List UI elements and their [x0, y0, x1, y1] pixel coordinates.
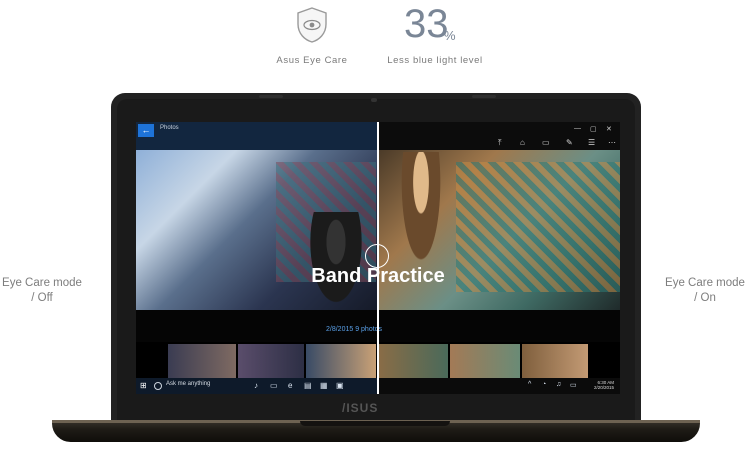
file-explorer-icon[interactable]: ▤	[304, 381, 312, 390]
app-title: Photos	[160, 125, 179, 131]
volume-icon[interactable]: ♫	[556, 381, 561, 388]
stat-label: Less blue light level	[387, 55, 483, 66]
taskbar-right: ^ ◔ ♫ ▭ 6:30 AM 2/20/2015	[378, 378, 620, 394]
stat-unit: %	[444, 28, 456, 43]
clock-date: 2/20/2015	[593, 385, 614, 390]
mode-off-label: Eye Care mode / Off	[0, 276, 84, 306]
comparison-divider	[377, 122, 379, 394]
thumbnail[interactable]	[306, 344, 376, 378]
laptop-hinge	[300, 421, 450, 426]
select-icon[interactable]: ☰	[588, 138, 595, 147]
back-button[interactable]: ←	[138, 124, 154, 137]
mode-off-line2: / Off	[31, 292, 53, 304]
album-meta: 2/8/2015 9 photos	[326, 326, 383, 333]
microphone-icon[interactable]: ♪	[254, 381, 258, 390]
laptop-logo: /ISUS	[342, 401, 379, 415]
stat-value: 33	[404, 2, 449, 46]
task-view-icon[interactable]: ▭	[270, 381, 278, 390]
thumbnail[interactable]	[522, 344, 588, 378]
share-icon[interactable]: ⤒	[498, 138, 502, 148]
minimize-button[interactable]: —	[574, 125, 581, 132]
maximize-button[interactable]: ▢	[590, 125, 597, 133]
mode-on-line2: / On	[694, 292, 716, 304]
mode-on-label: Eye Care mode / On	[660, 276, 750, 306]
notifications-chevron-icon[interactable]: ^	[528, 381, 531, 388]
edge-icon[interactable]: e	[288, 381, 292, 390]
battery-icon[interactable]: ▭	[570, 381, 577, 389]
photos-titlebar-right: — ▢ ✕ ⤒ ⌂ ▭ ✎ ☰ ⋯	[378, 122, 620, 150]
laptop-screen: ← Photos — ▢ ✕ ⤒ ⌂ ▭ ✎ ☰ ⋯ Band Practice…	[136, 122, 620, 394]
mode-off-line1: Eye Care mode	[2, 277, 82, 289]
more-icon[interactable]: ⋯	[608, 138, 616, 147]
thumbnail[interactable]	[238, 344, 304, 378]
thumbnail[interactable]	[450, 344, 520, 378]
taskbar-clock[interactable]: 6:30 AM 2/20/2015	[592, 380, 614, 390]
windows-icon[interactable]: ⊞	[140, 381, 147, 390]
mode-on-line1: Eye Care mode	[665, 277, 745, 289]
store-icon[interactable]: ▦	[320, 381, 328, 390]
edit-icon[interactable]: ✎	[566, 138, 573, 147]
cortana-icon[interactable]	[154, 382, 162, 390]
thumbnail[interactable]	[378, 344, 448, 378]
slideshow-icon[interactable]: ▭	[542, 138, 550, 147]
webcam	[371, 98, 377, 102]
photo-left-person	[306, 212, 366, 312]
photos-titlebar-left: ← Photos	[136, 122, 378, 150]
feature-name: Asus Eye Care	[276, 55, 348, 66]
eye-care-shield-icon	[297, 7, 327, 43]
taskbar-search[interactable]: Ask me anything	[166, 381, 210, 387]
photos-taskbar-icon[interactable]: ▣	[336, 381, 344, 390]
thumbnail[interactable]	[168, 344, 236, 378]
lid-bumper-right	[472, 95, 496, 98]
lid-bumper-left	[259, 95, 283, 98]
enhance-icon[interactable]: ⌂	[520, 138, 525, 147]
network-icon[interactable]: ◔	[542, 381, 546, 388]
close-button[interactable]: ✕	[606, 125, 612, 133]
